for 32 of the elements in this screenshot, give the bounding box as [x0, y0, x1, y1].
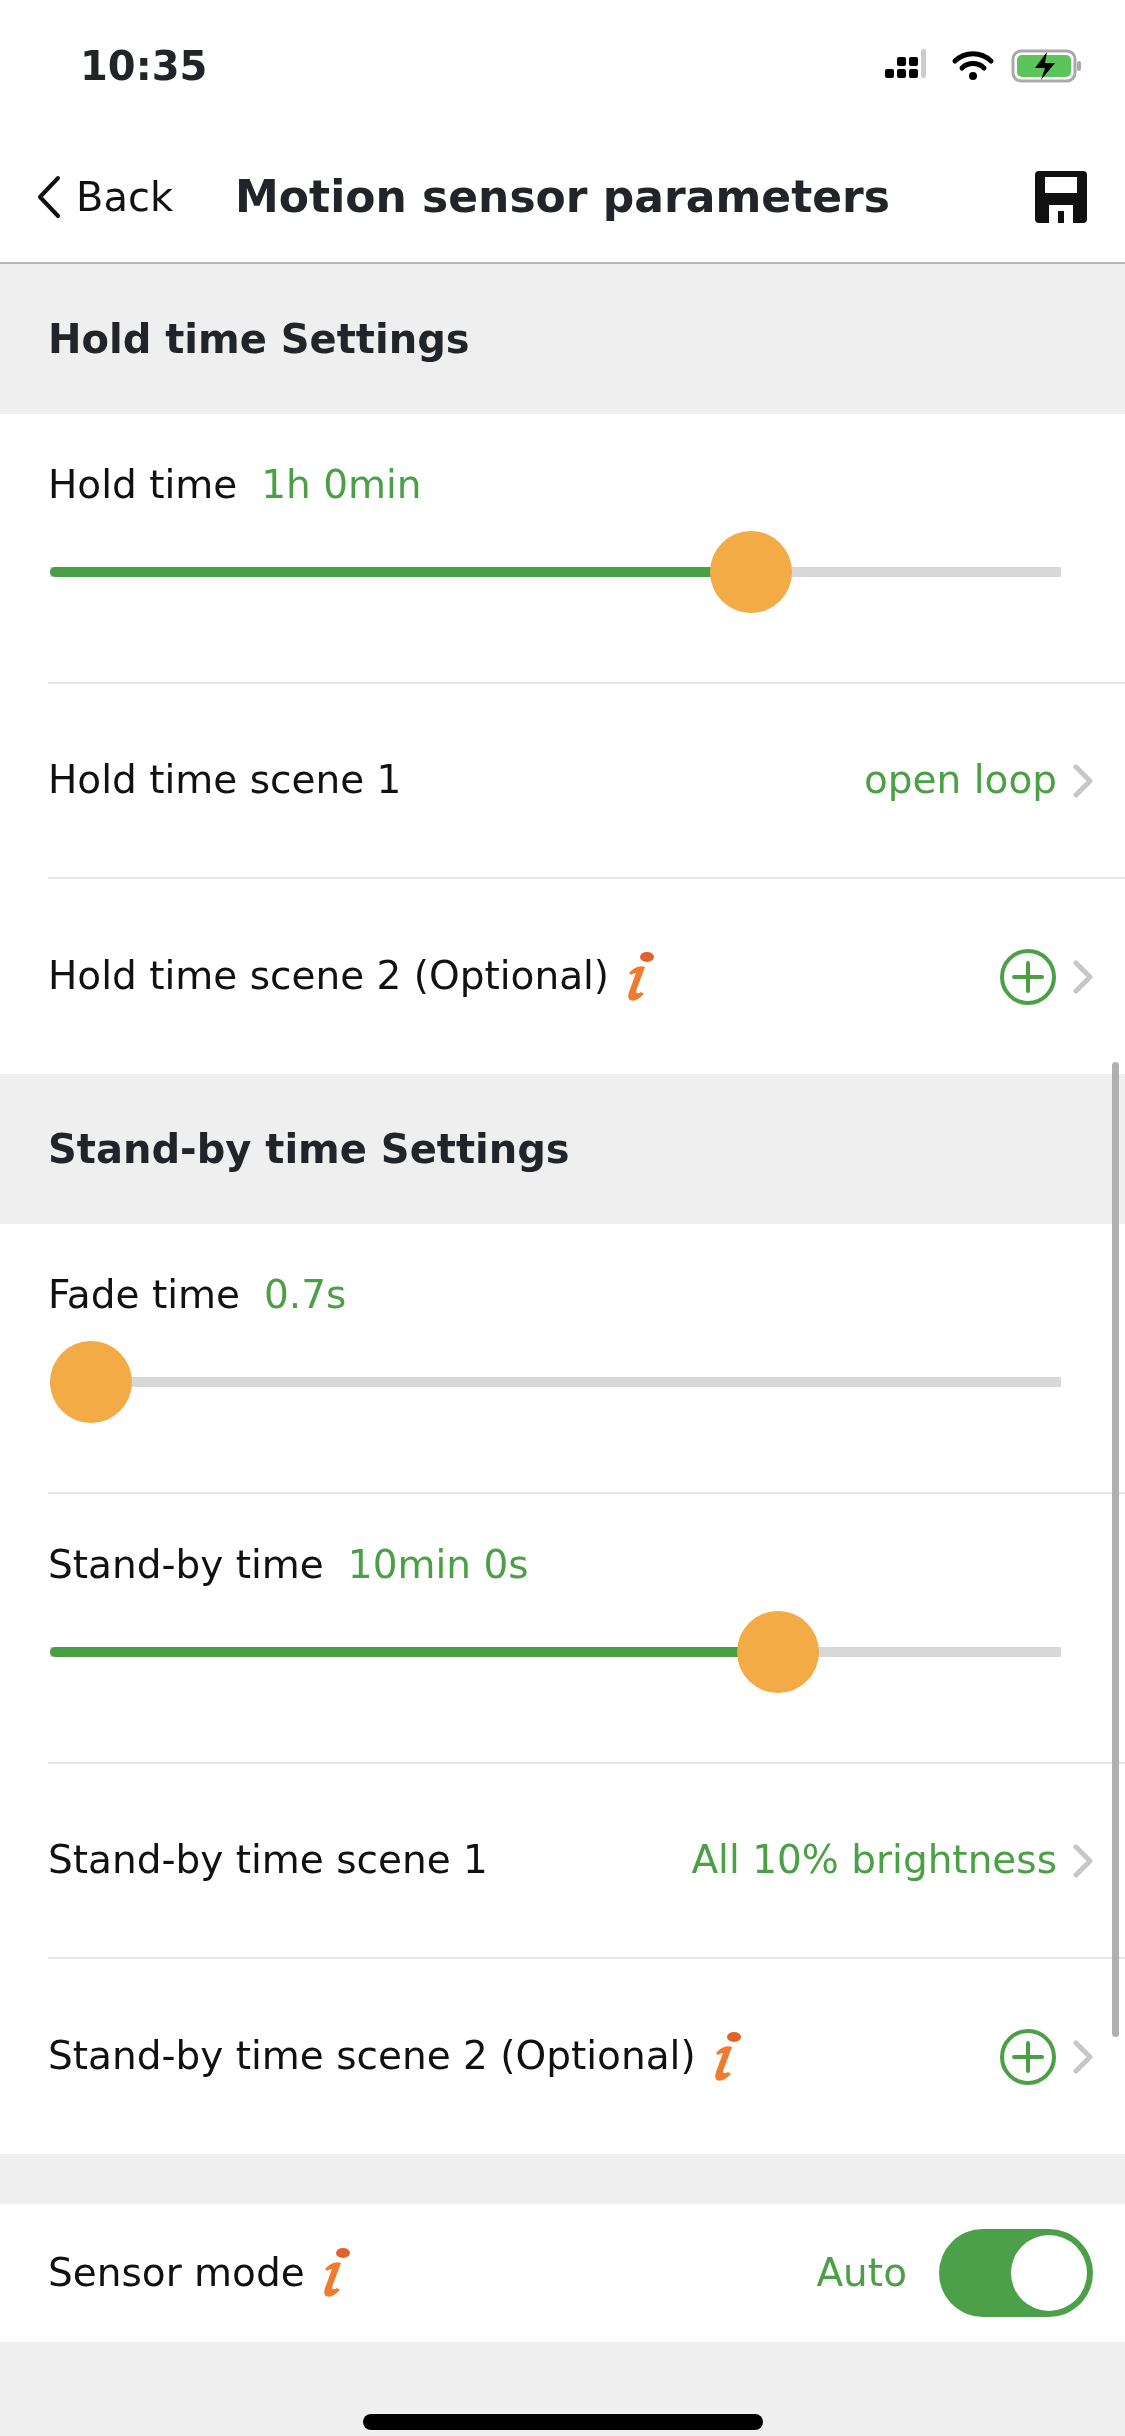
setting-label: Stand-by time scene 2 (Optional) [48, 2032, 696, 2081]
wifi-icon [951, 50, 995, 82]
screen-title: Motion sensor parameters [235, 171, 890, 222]
battery-charging-icon [1011, 49, 1083, 83]
setting-label: Hold time scene 1 [48, 756, 402, 805]
setting-label: Sensor mode [48, 2248, 305, 2297]
save-button[interactable] [1033, 169, 1089, 225]
setting-value: 10min 0s [347, 1541, 529, 1589]
setting-value: 0.7s [264, 1271, 347, 1319]
chevron-right-icon [1073, 1843, 1093, 1878]
setting-value: 1h 0min [261, 461, 422, 509]
setting-label: Stand-by time [48, 1541, 324, 1589]
section-header: Stand-by time Settings [47, 1125, 571, 1174]
setting-row[interactable]: Hold time scene 1 open loop [48, 684, 1125, 879]
chevron-right-icon [1073, 959, 1093, 994]
setting-label: Stand-by time scene 1 [48, 1836, 488, 1885]
section-header: Hold time Settings [47, 315, 471, 364]
setting-label: Hold time [48, 461, 238, 509]
back-chevron-icon [36, 175, 62, 219]
status-time: 10:35 [80, 42, 208, 91]
setting-row[interactable]: Hold time scene 2 (Optional) [48, 879, 1125, 1074]
setting-value: open loop [863, 756, 1057, 805]
chevron-right-icon [1073, 763, 1093, 798]
add-icon[interactable] [999, 947, 1057, 1006]
setting-value: Auto [816, 2248, 907, 2297]
back-button[interactable]: Back [36, 167, 174, 227]
setting-row[interactable]: Stand-by time scene 2 (Optional) [48, 1959, 1125, 2154]
setting-label: Fade time [48, 1271, 240, 1319]
chevron-right-icon [1073, 2039, 1093, 2074]
add-icon[interactable] [999, 2027, 1057, 2086]
setting-label: Hold time scene 2 (Optional) [48, 952, 610, 1001]
setting-value: All 10% brightness [691, 1836, 1057, 1885]
